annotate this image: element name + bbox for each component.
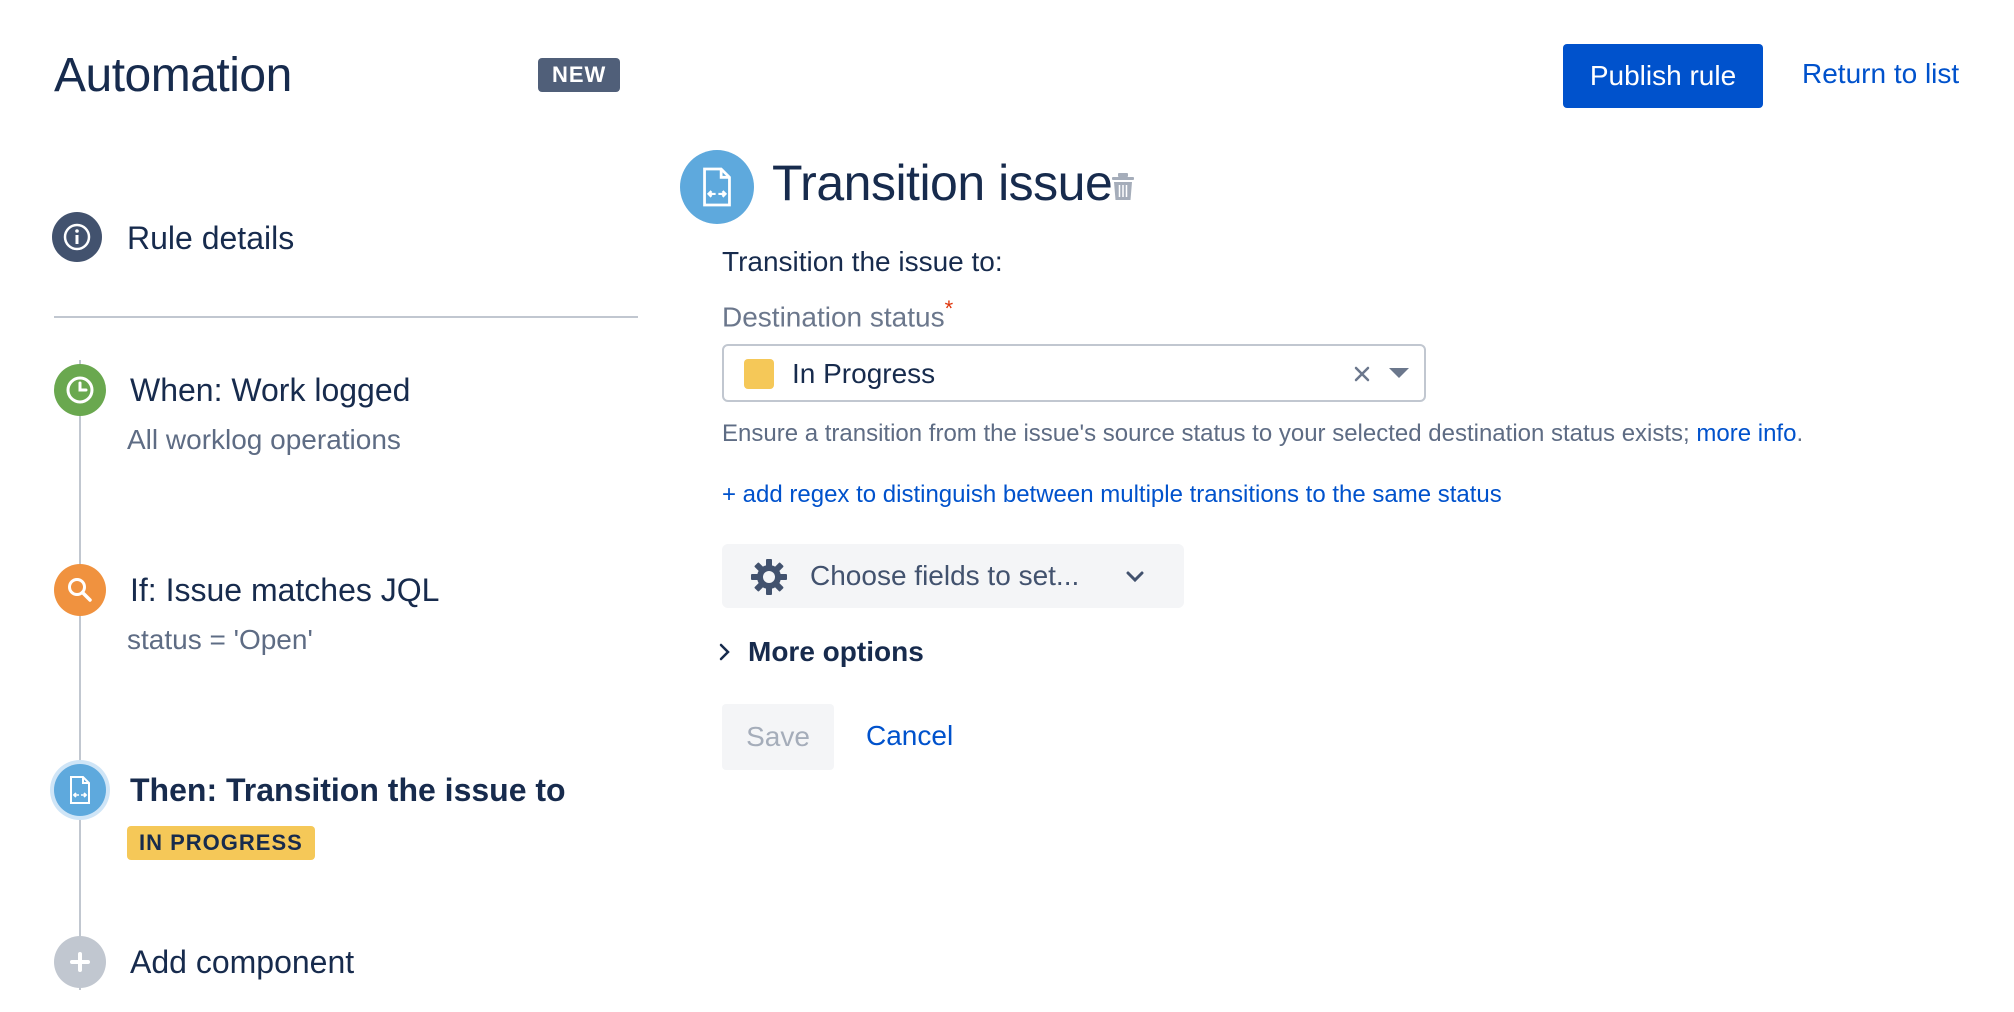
cancel-button[interactable]: Cancel: [866, 720, 953, 752]
status-badge: IN PROGRESS: [127, 826, 315, 860]
condition-item-description: status = 'Open': [127, 624, 313, 655]
chevron-right-icon: [719, 643, 730, 661]
more-info-link[interactable]: more info: [1696, 420, 1796, 447]
helper-text: Ensure a transition from the issue's sou…: [722, 420, 1803, 448]
trigger-item-label[interactable]: When: Work logged: [130, 372, 410, 409]
more-options-toggle[interactable]: More options: [718, 636, 924, 668]
destination-status-text: Destination status: [722, 301, 945, 333]
gear-icon: [750, 558, 788, 596]
add-regex-link[interactable]: + add regex to distinguish between multi…: [722, 481, 1502, 509]
rule-details-item[interactable]: Rule details: [127, 220, 294, 257]
transition-to-label: Transition the issue to:: [722, 246, 1003, 277]
transition-file-icon[interactable]: [54, 764, 106, 816]
action-item-label[interactable]: Then: Transition the issue to: [130, 772, 566, 809]
status-color-swatch: [744, 359, 774, 389]
chevron-down-icon: [1126, 570, 1144, 583]
trigger-item-description: All worklog operations: [127, 424, 401, 455]
transition-file-icon: [680, 150, 754, 224]
search-icon[interactable]: [54, 564, 106, 616]
timeline-connector: [79, 360, 81, 990]
choose-fields-dropdown[interactable]: Choose fields to set...: [722, 544, 1184, 608]
info-icon[interactable]: [52, 212, 102, 262]
destination-status-label: Destination status*: [722, 296, 953, 333]
add-component-item[interactable]: Add component: [130, 944, 354, 981]
selected-status-value: In Progress: [792, 358, 936, 389]
component-title: Transition issue: [772, 155, 1113, 211]
plus-icon[interactable]: [54, 936, 106, 988]
condition-item-label[interactable]: If: Issue matches JQL: [130, 572, 439, 609]
publish-rule-button[interactable]: Publish rule: [1563, 44, 1763, 108]
trash-icon[interactable]: [1110, 172, 1136, 202]
required-mark: *: [944, 296, 954, 321]
save-button[interactable]: Save: [722, 704, 834, 770]
destination-status-select[interactable]: In Progress: [722, 344, 1426, 402]
return-to-list-link[interactable]: Return to list: [1802, 58, 1959, 90]
sidebar-divider: [54, 316, 638, 318]
more-options-label: More options: [748, 636, 924, 667]
clock-icon[interactable]: [54, 364, 106, 416]
new-badge: NEW: [538, 58, 621, 92]
helper-text-body: Ensure a transition from the issue's sou…: [722, 420, 1690, 447]
caret-down-icon[interactable]: [1388, 366, 1410, 380]
choose-fields-label: Choose fields to set...: [810, 560, 1080, 591]
page-title: Automation: [54, 49, 292, 102]
clear-icon[interactable]: [1350, 362, 1374, 386]
helper-text-period: .: [1796, 420, 1804, 447]
